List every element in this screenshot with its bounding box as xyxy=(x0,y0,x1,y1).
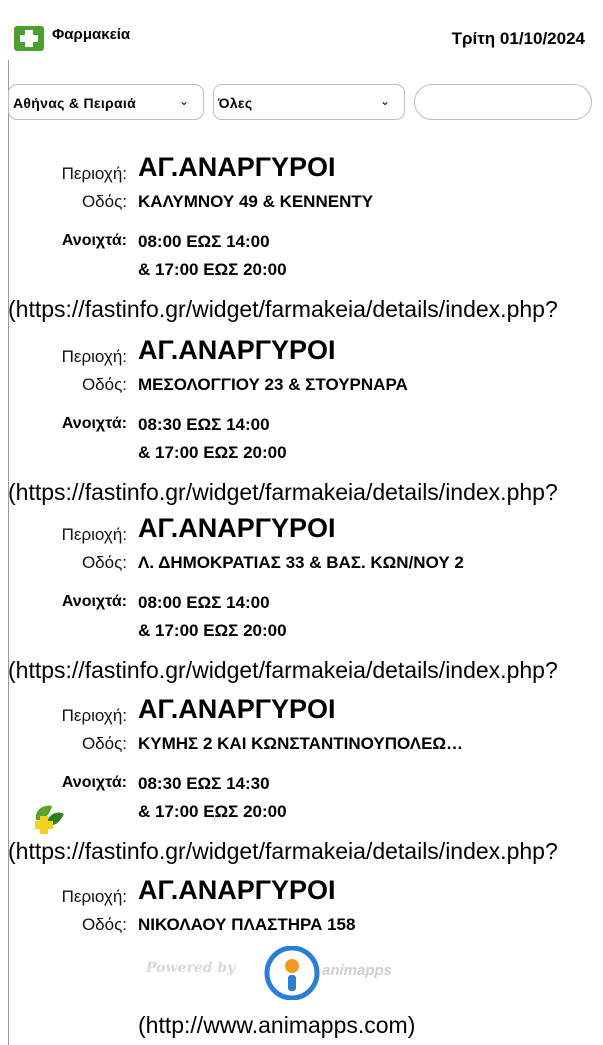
street-label: Οδός: xyxy=(81,734,127,753)
left-border xyxy=(8,60,9,1045)
hours-evening: & 17:00 ΕΩΣ 20:00 xyxy=(138,621,287,640)
region-value: ΑΓ.ΑΝΑΡΓΥΡΟΙ xyxy=(138,152,336,182)
street-value: ΜΕΣΟΛΟΓΓΙΟΥ 23 & ΣΤΟΥΡΝΑΡΑ xyxy=(138,375,408,394)
details-link[interactable]: (https://fastinfo.gr/widget/farmakeia/de… xyxy=(8,470,568,514)
street-label: Οδός: xyxy=(81,553,127,572)
hours-morning: 08:30 ΕΩΣ 14:00 xyxy=(138,415,270,434)
hours-morning: 08:00 ΕΩΣ 14:00 xyxy=(138,232,270,251)
app-header: Φαρμακεία Τρίτη 01/10/2024 xyxy=(0,0,603,75)
street-label: Οδός: xyxy=(81,192,127,211)
details-link[interactable]: (https://fastinfo.gr/widget/farmakeia/de… xyxy=(8,648,568,692)
street-label: Οδός: xyxy=(81,915,127,934)
open-label: Ανοιχτά: xyxy=(61,415,127,432)
region-value: ΑΓ.ΑΝΑΡΓΥΡΟΙ xyxy=(138,513,336,543)
details-link[interactable]: (https://fastinfo.gr/widget/farmakeia/de… xyxy=(8,287,568,331)
search-input[interactable] xyxy=(414,84,592,120)
hours-morning: 08:00 ΕΩΣ 14:00 xyxy=(138,593,270,612)
region-label: Περιοχή: xyxy=(61,525,127,544)
street-label: Οδός: xyxy=(81,375,127,394)
powered-by-text: Powered by xyxy=(146,960,236,976)
pharmacy-leaf-icon[interactable] xyxy=(32,800,66,836)
animapps-brand: animapps xyxy=(322,962,393,979)
region-select[interactable]: Αθήνας & Πειραιά ⌄ xyxy=(8,84,204,120)
details-link[interactable]: (https://fastinfo.gr/widget/farmakeia/de… xyxy=(8,829,568,873)
region-label: Περιοχή: xyxy=(61,164,127,183)
hours-evening: & 17:00 ΕΩΣ 20:00 xyxy=(138,443,287,462)
open-label: Ανοιχτά: xyxy=(61,774,127,791)
chevron-down-icon: ⌄ xyxy=(379,94,390,108)
open-label: Ανοιχτά: xyxy=(61,232,127,249)
hours-evening: & 17:00 ΕΩΣ 20:00 xyxy=(138,260,287,279)
animapps-link[interactable]: (http://www.animapps.com) xyxy=(138,1012,415,1039)
app-title: Φαρμακεία xyxy=(52,26,131,43)
current-date: Τρίτη 01/10/2024 xyxy=(451,29,585,48)
street-value: Λ. ΔΗΜΟΚΡΑΤΙΑΣ 33 & ΒΑΣ. ΚΩΝ/ΝΟΥ 2 xyxy=(138,553,464,572)
chevron-down-icon: ⌄ xyxy=(178,94,189,108)
town-select-value: Όλες xyxy=(218,95,253,111)
region-label: Περιοχή: xyxy=(61,887,127,906)
street-value: ΚΥΜΗΣ 2 ΚΑΙ ΚΩΝΣΤΑΝΤΙΝΟΥΠΟΛΕΩ… xyxy=(138,734,464,753)
region-label: Περιοχή: xyxy=(61,706,127,725)
hours-evening: & 17:00 ΕΩΣ 20:00 xyxy=(138,802,287,821)
region-value: ΑΓ.ΑΝΑΡΓΥΡΟΙ xyxy=(138,335,336,365)
street-value: ΝΙΚΟΛΑΟΥ ΠΛΑΣΤΗΡΑ 158 xyxy=(138,915,356,934)
animapps-logo-icon xyxy=(264,946,320,1000)
region-select-value: Αθήνας & Πειραιά xyxy=(13,95,136,111)
open-label: Ανοιχτά: xyxy=(61,593,127,610)
street-value: ΚΑΛΥΜΝΟΥ 49 & ΚΕΝΝΕΝΤΥ xyxy=(138,192,374,211)
town-select[interactable]: Όλες ⌄ xyxy=(213,84,405,120)
green-cross-icon xyxy=(14,26,44,51)
region-value: ΑΓ.ΑΝΑΡΓΥΡΟΙ xyxy=(138,875,336,905)
region-value: ΑΓ.ΑΝΑΡΓΥΡΟΙ xyxy=(138,694,336,724)
hours-morning: 08:30 ΕΩΣ 14:30 xyxy=(138,774,270,793)
region-label: Περιοχή: xyxy=(61,347,127,366)
